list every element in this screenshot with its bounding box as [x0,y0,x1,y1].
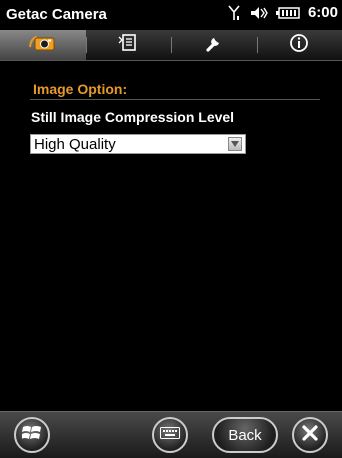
section-divider [30,99,320,100]
wrench-icon [204,33,224,58]
tab-bar [0,30,342,61]
compression-level-label: Still Image Compression Level [31,109,234,125]
section-title: Image Option: [33,81,127,97]
windows-start-icon [22,424,42,447]
info-icon [289,33,309,58]
status-icons: 6:00 [228,4,338,21]
battery-icon[interactable] [276,7,300,19]
close-button[interactable] [292,417,328,453]
volume-icon[interactable] [250,6,268,20]
start-button[interactable] [14,417,50,453]
clock-time[interactable]: 6:00 [308,4,338,21]
keyboard-icon [160,426,180,444]
tab-document[interactable] [86,30,172,60]
tab-info[interactable] [257,30,342,60]
chevron-down-icon[interactable] [228,137,242,151]
signal-icon[interactable] [228,5,242,21]
camera-icon [28,33,58,58]
settings-panel: Image Option: Still Image Compression Le… [0,61,342,411]
bottom-bar: Back [0,411,342,458]
close-icon [301,424,319,447]
app-title: Getac Camera [6,6,107,23]
compression-level-dropdown[interactable]: High Quality [30,134,246,154]
status-bar: Getac Camera 6:00 [0,0,342,30]
back-button[interactable]: Back [212,417,278,453]
tab-settings[interactable] [171,30,257,60]
document-icon [117,33,139,58]
compression-level-value: High Quality [31,136,228,153]
keyboard-button[interactable] [152,417,188,453]
tab-camera[interactable] [0,30,86,60]
